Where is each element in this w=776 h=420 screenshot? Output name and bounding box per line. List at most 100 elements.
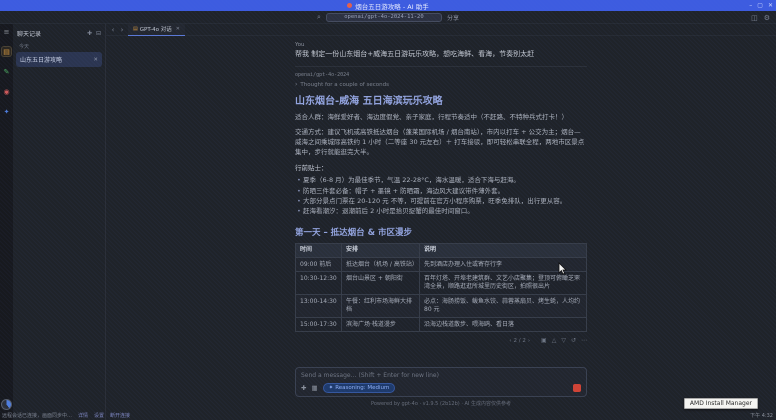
conversation-label: 山东五日游攻略 [20,57,63,64]
attach-icon[interactable]: ✚ [301,384,306,392]
thumbs-down-icon[interactable]: ▽ [561,337,566,344]
sidebar-chat-history: 聊天记录 ✚ ⊟ 今天 山东五日游攻略 ✕ [13,24,106,420]
copy-icon[interactable]: ▣ [541,337,547,344]
tips-label: 行前贴士： [295,164,328,173]
tip-item: 防晒三件套必备：帽子 + 墨镜 + 防晒霜，海边风大建议带件薄外套。 [295,186,587,196]
more-icon[interactable]: ⋯ [581,337,587,344]
nav-forward-icon[interactable]: › [119,26,125,34]
connection-status-text: 远程会话已连接，画面同步中… [2,413,73,419]
tab-label: GPT-4o 对话 [139,27,172,33]
chevron-right-icon: › [295,81,298,89]
status-link-settings[interactable]: 设置 [94,412,104,419]
tips-list: 夏季（6-8 月）为最佳季节，气温 22-28°C，海水温暖，适合下海与赶海。 … [295,175,587,215]
composer-placeholder: Send a message… (Shift + Enter for new l… [301,372,439,379]
new-chat-icon[interactable]: ✚ [87,30,92,37]
chat-scroll-area[interactable]: You 帮我 制定一份山东烟台+威海五日游玩乐攻略，想吃海鲜、看海，节奏别太赶 … [106,36,776,420]
sidebar-section-today: 今天 [19,44,30,50]
search-icon[interactable]: ⌕ [317,13,321,22]
branch-prev-icon[interactable]: ‹ [509,338,511,344]
sidebar-title: 聊天记录 [17,31,42,38]
message-divider [295,66,587,68]
tip-item: 大部分景点门票在 20-120 元 不等，可提前在官方小程序购票，旺季免排队，出… [295,196,587,206]
cell-plan: 午餐：红利市场海鲜大排档 [341,294,420,319]
mouse-cursor [558,262,567,275]
branch-next-icon[interactable]: › [528,338,530,344]
model-omnibox[interactable]: openai/gpt-4o-2024-11-20 [325,12,442,22]
close-conversation-icon[interactable]: ✕ [93,57,98,63]
apps-icon[interactable]: ◉ [2,87,11,96]
thought-toggle[interactable]: › Thought for a couple of seconds [295,81,587,88]
cell-notes: 沿海边栈道散步、喂海鸥、看日落 [419,317,587,333]
amd-install-manager-tooltip: AMD Install Manager [683,398,758,409]
window-title: 烟台五日游攻略 - AI 助手 [355,2,429,11]
sidebar-item-conversation[interactable]: 山东五日游攻略 ✕ [16,52,102,67]
collapse-sidebar-icon[interactable]: ⊟ [96,30,101,37]
sparkle-icon: ✦ [328,385,334,391]
footer-disclaimer: Powered by gpt-4o · v1.9.5 (2b12b) · AI … [370,401,511,407]
image-icon[interactable]: ▦ [311,384,317,392]
desktop-screen: 烟台五日游攻略 - AI 助手 – ▢ ✕ ⌕ openai/gpt-4o-20… [0,0,776,420]
settings-rail-icon[interactable]: ✦ [2,107,11,116]
table-row: 13:00-14:30 午餐：红利市场海鲜大排档 必点：海肠捞饭、鲅鱼水饺、蒜蓉… [295,294,587,319]
table-row: 15:00-17:30 滨海广场·栈道漫步 沿海边栈道散步、喂海鸥、看日落 [295,317,587,333]
message-actions: ‹ 2 / 2 › ▣ △ ▽ ↺ ⋯ [295,337,587,344]
status-bar-left: 远程会话已连接，画面同步中… 详情 设置 断开连接 [2,412,130,419]
settings-icon[interactable]: ⚙ [764,14,770,22]
nav-back-icon[interactable]: ‹ [110,26,116,34]
cell-plan: 滨海广场·栈道漫步 [341,317,420,333]
minimize-button[interactable]: – [749,2,752,9]
layout-icon[interactable]: ◫ [751,14,758,22]
day1-heading: 第一天 – 抵达烟台 & 市区漫步 [295,227,413,238]
tab-bar: ‹ › ▤ GPT-4o 对话 ✕ [106,23,776,36]
chats-icon[interactable]: ▤ [1,46,12,57]
user-message: 帮我 制定一份山东烟台+威海五日游玩乐攻略，想吃海鲜、看海，节奏别太赶 [295,50,535,58]
itinerary-table: 时间 安排 说明 09:00 前后 抵达烟台（机场 / 高铁站） 先到酒店办理入… [295,242,587,333]
table-header-row: 时间 安排 说明 [295,242,587,259]
cell-plan: 抵达烟台（机场 / 高铁站） [341,257,420,273]
close-button[interactable]: ✕ [768,2,773,9]
table-row: 10:30-12:30 烟台山景区 + 朝阳街 百年灯塔、开埠老建筑群、文艺小店… [295,271,587,296]
main-area: ‹ › ▤ GPT-4o 对话 ✕ You 帮我 制定一份山东烟台+威海五日游玩… [106,23,776,420]
regenerate-icon[interactable]: ↺ [571,337,576,344]
chat-app-window: ⌕ openai/gpt-4o-2024-11-20 分享 ◫ ⚙ ≡ ▤ ✎ … [0,11,776,420]
status-link-disconnect[interactable]: 断开连接 [110,412,130,419]
maximize-button[interactable]: ▢ [757,2,763,9]
tab-close-icon[interactable]: ✕ [176,26,180,32]
tray-clock: 下午 4:32 [750,413,773,419]
notes-icon[interactable]: ✎ [2,67,11,76]
cell-time: 15:00-17:30 [295,317,342,333]
thumbs-up-icon[interactable]: △ [552,337,557,344]
cell-notes: 百年灯塔、开埠老建筑群、文艺小店聚集；登顶可俯瞰芝罘湾全景，顺路逛逛所城里历史街… [419,271,587,296]
cell-time: 10:30-12:30 [295,271,342,296]
cell-notes: 必点：海肠捞饭、鲅鱼水饺、蒜蓉蒸扇贝、烤生蚝，人均约 80 元 [419,294,587,319]
reasoning-chip[interactable]: ✦ Reasoning: Medium [322,383,396,393]
model-name-label: openai/gpt-4o-2024 [295,72,350,79]
col-header-notes: 说明 [419,242,587,259]
stop-button[interactable] [573,384,581,392]
branch-counter: 2 / 2 [513,337,526,344]
status-link-details[interactable]: 详情 [78,412,88,419]
cell-time: 09:00 前后 [295,257,342,273]
cell-time: 13:00-14:30 [295,294,342,319]
reasoning-chip-label: Reasoning: Medium [335,385,390,391]
tab-icon: ▤ [133,26,138,32]
col-header-time: 时间 [295,242,342,259]
taskbar-logo-icon[interactable] [1,399,12,410]
table-row: 09:00 前后 抵达烟台（机场 / 高铁站） 先到酒店办理入住或寄存行李 [295,257,587,273]
paragraph-transport: 交通方式：建议飞机或高铁抵达烟台（蓬莱国际机场 / 烟台南站），市内以打车 + … [295,128,585,156]
cell-plan: 烟台山景区 + 朝阳街 [341,271,420,296]
window-titlebar: 烟台五日游攻略 - AI 助手 – ▢ ✕ [0,0,776,11]
guide-title: 山东烟台-威海 五日海滨玩乐攻略 [295,96,443,108]
col-header-plan: 安排 [341,242,420,259]
app-header: ⌕ openai/gpt-4o-2024-11-20 分享 ◫ ⚙ [0,11,776,24]
window-app-icon [347,3,353,8]
message-composer[interactable]: Send a message… (Shift + Enter for new l… [295,367,587,397]
paragraph-audience: 适合人群：海鲜爱好者、海边度假党、亲子家庭，行程节奏适中（不赶路、不特种兵式打卡… [295,113,568,122]
menu-icon[interactable]: ≡ [2,27,11,36]
tip-item: 夏季（6-8 月）为最佳季节，气温 22-28°C，海水温暖，适合下海与赶海。 [295,175,587,185]
activity-rail: ≡ ▤ ✎ ◉ ✦ [0,24,13,420]
share-button[interactable]: 分享 [447,13,459,22]
user-role-label: You [295,42,305,48]
thought-label: Thought for a couple of seconds [300,81,389,88]
tab-gpt4o-conversation[interactable]: ▤ GPT-4o 对话 ✕ [128,23,185,36]
